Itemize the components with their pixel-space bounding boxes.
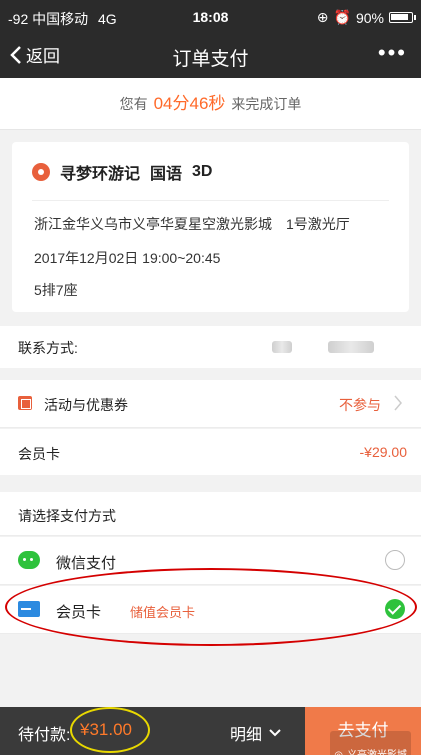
- detail-toggle[interactable]: 明细: [230, 721, 282, 745]
- discount-value: 不参与: [339, 397, 381, 413]
- member-card-amount: -¥29.00: [359, 444, 407, 460]
- nav-bar: 返回 订单支付 •••: [0, 34, 421, 78]
- movie-format: 3D: [192, 163, 213, 180]
- countdown-prefix: 您有: [119, 96, 148, 112]
- wechat-icon: [18, 551, 40, 569]
- countdown-suffix: 来完成订单: [231, 96, 302, 112]
- coupon-icon: [18, 396, 32, 410]
- member-card-deduction-row: 会员卡 -¥29.00: [0, 429, 421, 475]
- divider: [32, 200, 389, 201]
- bottom-pay-bar: 待付款: ¥31.00 明细 去支付 ◎ 义亭激光影城: [0, 707, 421, 755]
- status-right: ⊕ ⏰ 90%: [316, 9, 416, 26]
- status-bar: -92 中国移动 4G 18:08 ⊕ ⏰ 90%: [0, 0, 421, 34]
- watermark: ◎ 义亭激光影城: [330, 731, 411, 755]
- cinema-hall: 浙江金华义乌市义亭华夏星空激光影城 1号激光厅: [34, 216, 350, 232]
- movie-language: 国语: [150, 166, 183, 183]
- rotation-lock-icon: ⊕: [316, 9, 329, 25]
- payment-method-title: 请选择支付方式: [18, 508, 116, 524]
- chevron-right-icon: [394, 395, 402, 411]
- to-pay-label: 待付款:: [18, 727, 71, 744]
- member-card-label: 会员卡: [18, 446, 60, 462]
- to-pay-amount: ¥31.00: [80, 720, 132, 739]
- battery-percent: 90%: [355, 9, 384, 26]
- seat-info: 5排7座: [34, 282, 78, 298]
- more-menu-button[interactable]: •••: [378, 40, 407, 66]
- card-icon: [18, 601, 40, 617]
- watermark-text: 义亭激光影城: [347, 732, 407, 755]
- movie-info-card: 寻梦环游记 国语 3D 浙江金华义乌市义亭华夏星空激光影城 1号激光厅 2017…: [12, 142, 409, 312]
- contact-label: 联系方式:: [18, 340, 78, 356]
- radio-checked-icon[interactable]: [385, 599, 405, 619]
- pay-button[interactable]: 去支付 ◎ 义亭激光影城: [305, 707, 421, 755]
- page-title: 订单支付: [172, 49, 249, 70]
- movie-title: 寻梦环游记: [60, 166, 141, 183]
- pay-option-member-card[interactable]: 会员卡 储值会员卡: [0, 586, 421, 634]
- countdown-time: 04分46秒: [153, 94, 226, 113]
- redacted-contact: [328, 341, 374, 353]
- film-reel-icon: [32, 163, 50, 181]
- chevron-down-icon: [269, 729, 281, 737]
- detail-label: 明细: [230, 727, 263, 744]
- pay-option-sublabel: 储值会员卡: [130, 605, 196, 620]
- discount-label: 活动与优惠券: [44, 397, 128, 413]
- pay-option-wechat[interactable]: 微信支付: [0, 537, 421, 585]
- movie-title-row: 寻梦环游记 国语 3D: [32, 160, 212, 184]
- redacted-contact: [272, 341, 292, 353]
- battery-icon: [389, 12, 416, 23]
- radio-unchecked[interactable]: [385, 550, 405, 570]
- payment-method-header: 请选择支付方式: [0, 492, 421, 536]
- countdown-banner: 您有 04分46秒 来完成订单: [0, 78, 421, 130]
- pay-option-label: 微信支付: [56, 555, 117, 572]
- wechat-logo-icon: ◎: [334, 732, 343, 755]
- pay-option-label: 会员卡: [56, 604, 102, 621]
- discount-coupon-row[interactable]: 活动与优惠券 不参与: [0, 380, 421, 428]
- showtime: 2017年12月02日 19:00~20:45: [34, 250, 221, 266]
- contact-row: 联系方式:: [0, 326, 421, 368]
- alarm-icon: ⏰: [333, 9, 351, 25]
